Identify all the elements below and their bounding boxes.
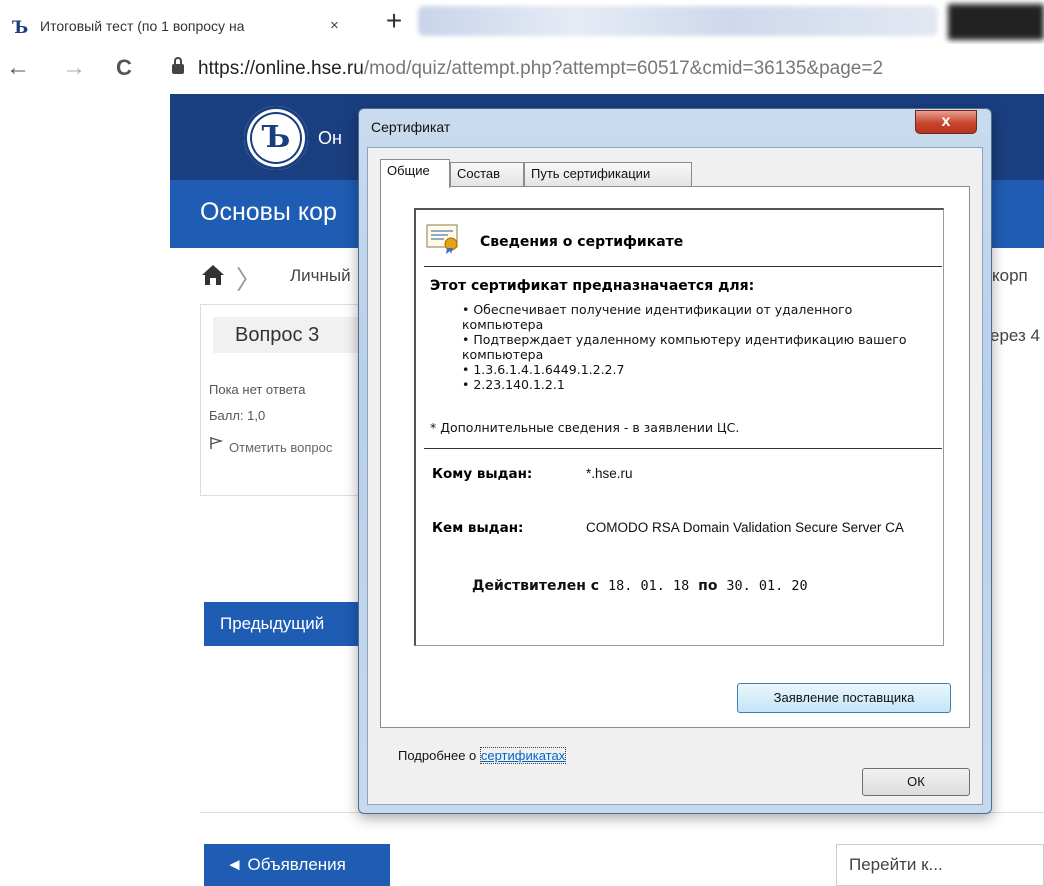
list-item: • Подтверждает удаленному компьютеру иде… bbox=[462, 332, 907, 362]
forward-arrow-icon[interactable]: → bbox=[62, 56, 86, 80]
hse-favicon-icon: Ъ bbox=[12, 18, 29, 38]
flag-question-link[interactable]: Отметить вопрос bbox=[229, 435, 349, 460]
valid-from-label: Действителен с bbox=[472, 578, 600, 594]
issued-to-label: Кому выдан: bbox=[432, 466, 533, 482]
list-item: • 1.3.6.1.4.1.6449.1.2.2.7 bbox=[462, 362, 625, 377]
other-tabs-blurred bbox=[418, 6, 938, 36]
valid-to-date: 30. 01. 20 bbox=[726, 578, 808, 594]
tab-general[interactable]: Общие bbox=[380, 159, 450, 188]
question-info-box: Вопрос 3 Пока нет ответа Балл: 1,0 Отмет… bbox=[200, 304, 372, 496]
browser-tab-title: Итоговый тест (по 1 вопросу на bbox=[40, 18, 245, 34]
back-arrow-icon[interactable]: ← bbox=[6, 56, 30, 80]
list-item: • 2.23.140.1.2.1 bbox=[462, 377, 565, 392]
url-path: /mod/quiz/attempt.php?attempt=60517&cmid… bbox=[363, 58, 884, 79]
dialog-title: Сертификат bbox=[371, 119, 451, 135]
flag-icon[interactable] bbox=[209, 436, 223, 450]
ca-statement-note: * Дополнительные сведения - в заявлении … bbox=[430, 420, 740, 435]
timer-text-partial: ерез 4 bbox=[990, 326, 1040, 345]
jump-to-select[interactable]: Перейти к... bbox=[836, 844, 1044, 886]
certificate-dialog: Сертификат x Общие Состав Путь сертифика… bbox=[358, 108, 992, 814]
question-grade: Балл: 1,0 bbox=[209, 408, 266, 423]
tab-details[interactable]: Состав bbox=[450, 162, 524, 186]
chevron-right-icon: 〉 bbox=[236, 265, 263, 295]
course-title: Основы кор bbox=[200, 198, 337, 226]
lock-icon[interactable] bbox=[172, 57, 184, 74]
divider bbox=[424, 266, 942, 267]
certificate-info-heading: Сведения о сертификате bbox=[480, 234, 684, 250]
divider bbox=[424, 448, 942, 449]
issued-by-label: Кем выдан: bbox=[432, 520, 524, 536]
url-host: https://online.hse.ru bbox=[198, 58, 364, 79]
validity-period: Действителен с 18. 01. 18 по 30. 01. 20 bbox=[472, 578, 808, 594]
site-name: Он bbox=[318, 128, 342, 148]
previous-page-button[interactable]: Предыдущий bbox=[204, 602, 370, 646]
valid-from-date: 18. 01. 18 bbox=[607, 578, 690, 594]
close-tab-icon[interactable]: × bbox=[330, 17, 339, 34]
certificate-info-panel: Сведения о сертификате Этот сертификат п… bbox=[414, 208, 944, 646]
learn-more-prefix: Подробнее о bbox=[398, 748, 480, 763]
tab-certification-path[interactable]: Путь сертификации bbox=[524, 162, 692, 186]
question-number: Вопрос 3 bbox=[213, 317, 363, 353]
question-status: Пока нет ответа bbox=[209, 382, 306, 397]
purpose-list: • Обеспечивает получение идентификации о… bbox=[462, 302, 932, 392]
hse-logo-icon[interactable]: Ъ bbox=[244, 106, 308, 170]
dialog-body: Общие Состав Путь сертификации Сведения … bbox=[367, 147, 983, 805]
browser-tab-bar: Ъ Итоговый тест (по 1 вопросу на × + bbox=[0, 0, 1044, 44]
browser-tab[interactable]: Ъ Итоговый тест (по 1 вопросу на × bbox=[0, 6, 360, 44]
certificate-icon bbox=[426, 224, 458, 254]
valid-to-label: по bbox=[698, 578, 718, 594]
issued-by-value: COMODO RSA Domain Validation Secure Serv… bbox=[586, 520, 904, 535]
dialog-close-button[interactable]: x bbox=[915, 110, 977, 134]
breadcrumb-item-right[interactable]: корп bbox=[992, 266, 1028, 286]
list-item: • Обеспечивает получение идентификации о… bbox=[462, 302, 853, 332]
reload-icon[interactable]: C bbox=[116, 56, 132, 80]
general-tab-panel: Сведения о сертификате Этот сертификат п… bbox=[380, 186, 970, 728]
issued-to-value: *.hse.ru bbox=[586, 466, 633, 481]
address-bar: ← → C https://online.hse.ru/mod/quiz/att… bbox=[0, 44, 1044, 94]
url-field[interactable]: https://online.hse.ru/mod/quiz/attempt.p… bbox=[198, 58, 883, 80]
learn-more-text: Подробнее о сертификатах bbox=[398, 747, 567, 764]
announcements-button[interactable]: ◄ Объявления bbox=[204, 844, 390, 886]
window-controls-blurred bbox=[948, 4, 1044, 40]
purpose-heading: Этот сертификат предназначается для: bbox=[430, 278, 755, 294]
home-icon[interactable] bbox=[200, 262, 226, 288]
breadcrumb-item[interactable]: Личный bbox=[290, 266, 351, 286]
ok-button[interactable]: ОК bbox=[862, 768, 970, 796]
issuer-statement-button[interactable]: Заявление поставщика bbox=[737, 683, 951, 713]
new-tab-button[interactable]: + bbox=[376, 6, 412, 38]
certificates-link[interactable]: сертификатах bbox=[479, 747, 567, 764]
